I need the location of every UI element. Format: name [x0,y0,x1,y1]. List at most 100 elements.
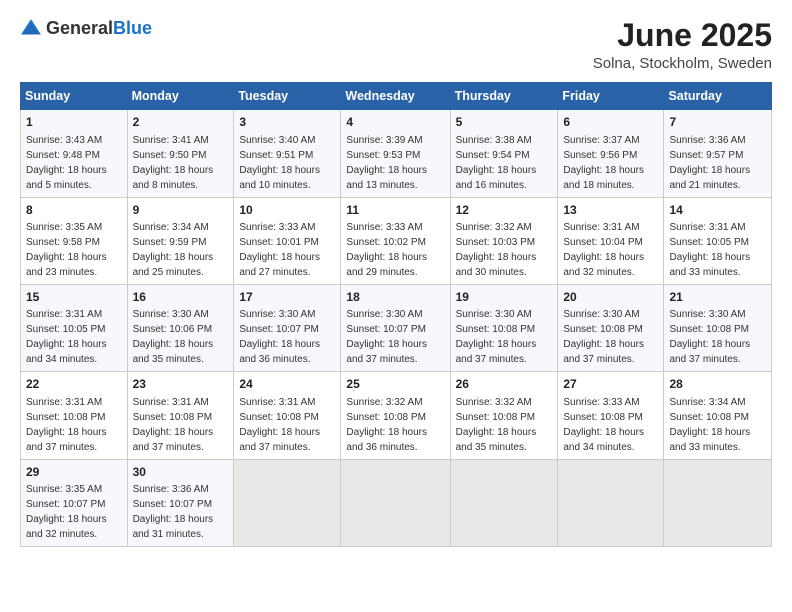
calendar-cell: 4 Sunrise: 3:39 AM Sunset: 9:53 PM Dayli… [341,110,450,197]
calendar-subtitle: Solna, Stockholm, Sweden [593,55,772,72]
calendar-cell: 23 Sunrise: 3:31 AM Sunset: 10:08 PM Day… [127,372,234,459]
calendar-cell: 3 Sunrise: 3:40 AM Sunset: 9:51 PM Dayli… [234,110,341,197]
calendar-cell: 27 Sunrise: 3:33 AM Sunset: 10:08 PM Day… [558,372,664,459]
week-row-2: 8 Sunrise: 3:35 AM Sunset: 9:58 PM Dayli… [21,197,772,284]
cell-content: Sunrise: 3:36 AM Sunset: 9:57 PM Dayligh… [669,133,766,193]
calendar-title: June 2025 [593,18,772,53]
calendar-table: SundayMondayTuesdayWednesdayThursdayFrid… [20,82,772,547]
calendar-cell: 2 Sunrise: 3:41 AM Sunset: 9:50 PM Dayli… [127,110,234,197]
cell-content: Sunrise: 3:30 AM Sunset: 10:08 PM Daylig… [563,307,658,367]
week-row-1: 1 Sunrise: 3:43 AM Sunset: 9:48 PM Dayli… [21,110,772,197]
cell-content: Sunrise: 3:41 AM Sunset: 9:50 PM Dayligh… [133,133,229,193]
calendar-cell: 19 Sunrise: 3:30 AM Sunset: 10:08 PM Day… [450,284,558,371]
day-number: 26 [456,376,553,393]
cell-content: Sunrise: 3:33 AM Sunset: 10:01 PM Daylig… [239,220,335,280]
logo-blue: Blue [113,18,152,38]
calendar-cell: 11 Sunrise: 3:33 AM Sunset: 10:02 PM Day… [341,197,450,284]
calendar-cell: 5 Sunrise: 3:38 AM Sunset: 9:54 PM Dayli… [450,110,558,197]
day-number: 3 [239,114,335,131]
day-number: 12 [456,202,553,219]
day-number: 11 [346,202,444,219]
day-number: 17 [239,289,335,306]
calendar-cell: 7 Sunrise: 3:36 AM Sunset: 9:57 PM Dayli… [664,110,772,197]
cell-content: Sunrise: 3:35 AM Sunset: 9:58 PM Dayligh… [26,220,122,280]
cell-content: Sunrise: 3:35 AM Sunset: 10:07 PM Daylig… [26,482,122,542]
day-number: 21 [669,289,766,306]
logo-general: General [46,18,113,38]
weekday-header-tuesday: Tuesday [234,83,341,110]
day-number: 29 [26,464,122,481]
cell-content: Sunrise: 3:31 AM Sunset: 10:05 PM Daylig… [669,220,766,280]
title-block: June 2025 Solna, Stockholm, Sweden [593,18,772,72]
week-row-5: 29 Sunrise: 3:35 AM Sunset: 10:07 PM Day… [21,459,772,546]
day-number: 9 [133,202,229,219]
calendar-cell: 21 Sunrise: 3:30 AM Sunset: 10:08 PM Day… [664,284,772,371]
calendar-cell: 26 Sunrise: 3:32 AM Sunset: 10:08 PM Day… [450,372,558,459]
calendar-cell: 8 Sunrise: 3:35 AM Sunset: 9:58 PM Dayli… [21,197,128,284]
cell-content: Sunrise: 3:34 AM Sunset: 9:59 PM Dayligh… [133,220,229,280]
cell-content: Sunrise: 3:34 AM Sunset: 10:08 PM Daylig… [669,395,766,455]
cell-content: Sunrise: 3:38 AM Sunset: 9:54 PM Dayligh… [456,133,553,193]
day-number: 25 [346,376,444,393]
cell-content: Sunrise: 3:30 AM Sunset: 10:07 PM Daylig… [239,307,335,367]
cell-content: Sunrise: 3:30 AM Sunset: 10:08 PM Daylig… [456,307,553,367]
weekday-header-friday: Friday [558,83,664,110]
week-row-4: 22 Sunrise: 3:31 AM Sunset: 10:08 PM Day… [21,372,772,459]
day-number: 27 [563,376,658,393]
calendar-cell: 18 Sunrise: 3:30 AM Sunset: 10:07 PM Day… [341,284,450,371]
day-number: 1 [26,114,122,131]
weekday-header-row: SundayMondayTuesdayWednesdayThursdayFrid… [21,83,772,110]
day-number: 22 [26,376,122,393]
logo-icon [20,18,42,40]
cell-content: Sunrise: 3:31 AM Sunset: 10:05 PM Daylig… [26,307,122,367]
day-number: 14 [669,202,766,219]
day-number: 23 [133,376,229,393]
day-number: 30 [133,464,229,481]
cell-content: Sunrise: 3:31 AM Sunset: 10:04 PM Daylig… [563,220,658,280]
calendar-cell [341,459,450,546]
cell-content: Sunrise: 3:30 AM Sunset: 10:08 PM Daylig… [669,307,766,367]
calendar-cell: 25 Sunrise: 3:32 AM Sunset: 10:08 PM Day… [341,372,450,459]
calendar-cell: 20 Sunrise: 3:30 AM Sunset: 10:08 PM Day… [558,284,664,371]
calendar-cell [558,459,664,546]
weekday-header-monday: Monday [127,83,234,110]
calendar-cell: 22 Sunrise: 3:31 AM Sunset: 10:08 PM Day… [21,372,128,459]
day-number: 15 [26,289,122,306]
logo-text: GeneralBlue [46,19,152,39]
calendar-cell: 28 Sunrise: 3:34 AM Sunset: 10:08 PM Day… [664,372,772,459]
cell-content: Sunrise: 3:43 AM Sunset: 9:48 PM Dayligh… [26,133,122,193]
cell-content: Sunrise: 3:30 AM Sunset: 10:07 PM Daylig… [346,307,444,367]
day-number: 28 [669,376,766,393]
day-number: 16 [133,289,229,306]
weekday-header-wednesday: Wednesday [341,83,450,110]
calendar-cell: 17 Sunrise: 3:30 AM Sunset: 10:07 PM Day… [234,284,341,371]
calendar-cell: 15 Sunrise: 3:31 AM Sunset: 10:05 PM Day… [21,284,128,371]
calendar-cell: 6 Sunrise: 3:37 AM Sunset: 9:56 PM Dayli… [558,110,664,197]
cell-content: Sunrise: 3:32 AM Sunset: 10:03 PM Daylig… [456,220,553,280]
day-number: 20 [563,289,658,306]
calendar-cell: 16 Sunrise: 3:30 AM Sunset: 10:06 PM Day… [127,284,234,371]
header: GeneralBlue June 2025 Solna, Stockholm, … [20,18,772,72]
cell-content: Sunrise: 3:33 AM Sunset: 10:08 PM Daylig… [563,395,658,455]
day-number: 2 [133,114,229,131]
cell-content: Sunrise: 3:32 AM Sunset: 10:08 PM Daylig… [346,395,444,455]
week-row-3: 15 Sunrise: 3:31 AM Sunset: 10:05 PM Day… [21,284,772,371]
day-number: 10 [239,202,335,219]
calendar-cell [450,459,558,546]
calendar-cell: 14 Sunrise: 3:31 AM Sunset: 10:05 PM Day… [664,197,772,284]
day-number: 7 [669,114,766,131]
cell-content: Sunrise: 3:40 AM Sunset: 9:51 PM Dayligh… [239,133,335,193]
cell-content: Sunrise: 3:30 AM Sunset: 10:06 PM Daylig… [133,307,229,367]
calendar-cell: 1 Sunrise: 3:43 AM Sunset: 9:48 PM Dayli… [21,110,128,197]
day-number: 13 [563,202,658,219]
day-number: 5 [456,114,553,131]
calendar-cell: 9 Sunrise: 3:34 AM Sunset: 9:59 PM Dayli… [127,197,234,284]
cell-content: Sunrise: 3:37 AM Sunset: 9:56 PM Dayligh… [563,133,658,193]
day-number: 4 [346,114,444,131]
cell-content: Sunrise: 3:32 AM Sunset: 10:08 PM Daylig… [456,395,553,455]
weekday-header-sunday: Sunday [21,83,128,110]
cell-content: Sunrise: 3:36 AM Sunset: 10:07 PM Daylig… [133,482,229,542]
cell-content: Sunrise: 3:39 AM Sunset: 9:53 PM Dayligh… [346,133,444,193]
weekday-header-thursday: Thursday [450,83,558,110]
cell-content: Sunrise: 3:31 AM Sunset: 10:08 PM Daylig… [239,395,335,455]
